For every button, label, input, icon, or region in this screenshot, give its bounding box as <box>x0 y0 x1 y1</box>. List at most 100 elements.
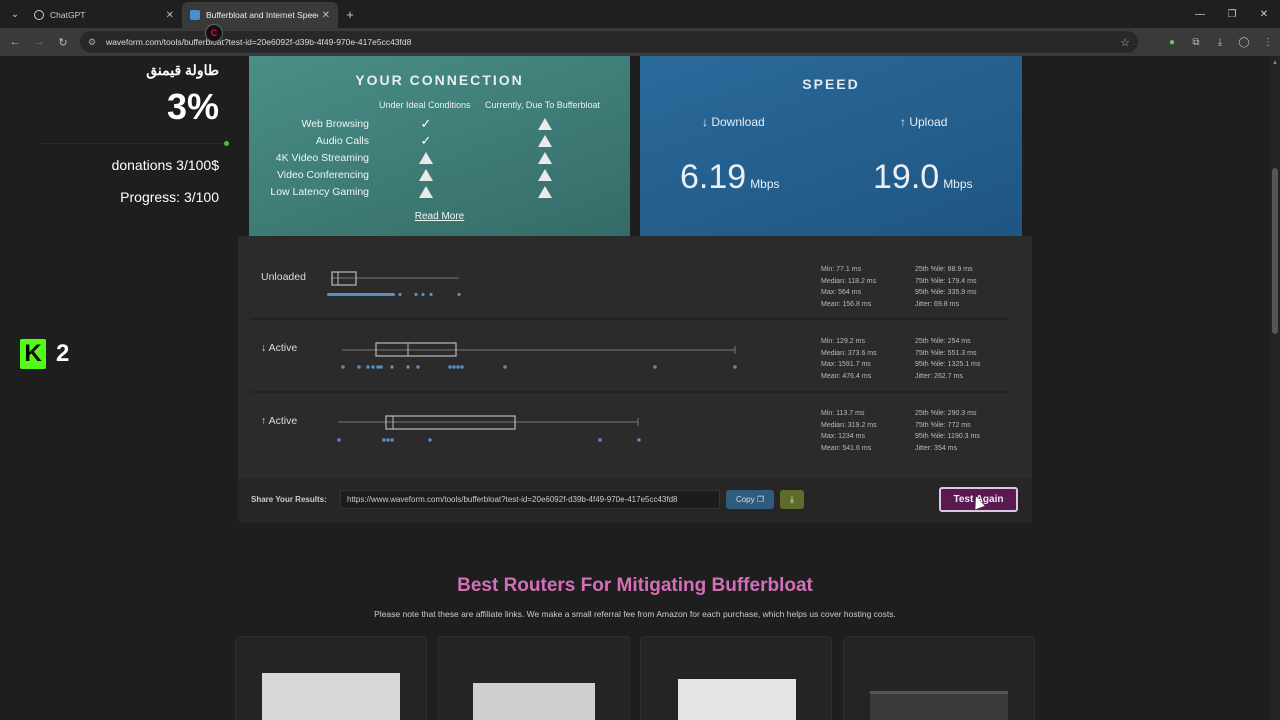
read-more-link[interactable]: Read More <box>249 211 630 222</box>
address-bar[interactable]: ⚙ waveform.com/tools/bufferbloat?test-id… <box>80 31 1138 53</box>
download-unit: Mbps <box>750 177 780 191</box>
share-label: Share Your Results: <box>251 495 327 504</box>
connection-title: YOUR CONNECTION <box>355 72 524 88</box>
warning-icon <box>537 150 553 166</box>
copy-button[interactable]: Copy ❐ <box>726 490 774 509</box>
up-active-stats-right: 25th %ile: 290.3 ms 75th %ile: 772 ms 95… <box>915 408 980 454</box>
navigation-bar: ← → ↻ ⚙ waveform.com/tools/bufferbloat?t… <box>0 28 1280 56</box>
activity-label: Audio Calls <box>315 135 369 147</box>
upload-label: ↑ Upload <box>900 115 948 129</box>
boxplot-up-active <box>337 415 641 442</box>
tab-search-button[interactable]: ⌄ <box>4 4 26 24</box>
router-image <box>870 691 1008 720</box>
routers-heading: Best Routers For Mitigating Bufferbloat <box>457 575 813 596</box>
overlay-donations: donations 3/100$ <box>111 157 219 173</box>
tab-bufferbloat[interactable]: Bufferbloat and Internet Speed ✕ <box>182 2 338 28</box>
scrollbar-thumb[interactable] <box>1272 168 1278 334</box>
download-icon[interactable]: ⤓ <box>1208 37 1232 48</box>
close-window-icon[interactable]: ✕ <box>1248 0 1280 28</box>
samples-up-active <box>337 438 641 442</box>
forward-icon[interactable]: → <box>27 36 51 48</box>
speed-card: SPEED ↓ Download ↑ Upload 6.19 Mbps 19.0 M… <box>640 56 1022 236</box>
column-current-header: Currently, Due To Bufferbloat <box>485 100 601 110</box>
stat-min: Min: 113.7 ms <box>821 410 865 417</box>
warning-icon <box>537 116 553 132</box>
window-controls: — ❐ ✕ <box>1184 0 1280 28</box>
stat-mean: Mean: 156.8 ms <box>821 300 872 308</box>
stat-jitter: Jitter: 262.7 ms <box>915 372 963 380</box>
overlay-progress-dot <box>224 141 229 146</box>
activity-label: Low Latency Gaming <box>270 186 369 198</box>
bookmark-star-icon[interactable]: ☆ <box>1120 36 1130 49</box>
stat-median: Median: 118.2 ms <box>821 277 877 285</box>
connection-row: 4K Video Streaming <box>249 150 630 167</box>
minimize-icon[interactable]: — <box>1184 0 1216 28</box>
warning-icon <box>537 184 553 200</box>
reload-icon[interactable]: ↻ <box>51 36 75 49</box>
restore-icon[interactable]: ❐ <box>1216 0 1248 28</box>
stat-median: Median: 373.6 ms <box>821 349 877 357</box>
warning-icon <box>537 167 553 183</box>
activity-label: Web Browsing <box>301 118 369 130</box>
back-icon[interactable]: ← <box>3 36 27 48</box>
router-image <box>678 679 796 720</box>
stat-p95: 95th %ile: 335.9 ms <box>915 289 977 296</box>
url-text: waveform.com/tools/bufferbloat?test-id=2… <box>106 37 412 47</box>
tab-bar: ⌄ ChatGPT ✕ Bufferbloat and Internet Spe… <box>0 0 1280 28</box>
up-active-stats-left: Min: 113.7 ms Median: 319.2 ms Max: 1234… <box>821 408 877 454</box>
boxplot-down-active <box>341 342 737 369</box>
download-results-button[interactable]: ⤓ <box>780 490 804 509</box>
router-image <box>473 683 595 720</box>
activity-label: 4K Video Streaming <box>275 152 369 164</box>
new-tab-button[interactable]: + <box>338 7 362 22</box>
connection-row: Video Conferencing <box>249 167 630 184</box>
stat-max: Max: 1591.7 ms <box>821 361 871 368</box>
down-active-stats-left: Min: 129.2 ms Median: 373.6 ms Max: 1591… <box>821 336 877 382</box>
stat-mean: Mean: 541.6 ms <box>821 444 872 452</box>
router-card[interactable] <box>438 636 630 720</box>
screen: { "browser": { "tabs": [ {"title": "Chat… <box>0 0 1280 720</box>
stat-mean: Mean: 476.4 ms <box>821 372 872 380</box>
extensions-icon[interactable]: ⧉ <box>1184 37 1208 48</box>
stat-p25: 25th %ile: 290.3 ms <box>915 410 977 417</box>
scroll-up-icon[interactable]: ▲ <box>1272 60 1278 66</box>
share-url-field[interactable]: https://www.waveform.com/tools/bufferblo… <box>340 490 720 509</box>
router-card[interactable] <box>843 636 1035 720</box>
down-active-stats-right: 25th %ile: 254 ms 75th %ile: 551.3 ms 95… <box>915 336 980 382</box>
connection-card: YOUR CONNECTION Under Ideal Conditions C… <box>249 56 630 236</box>
share-results-bar: Share Your Results: https://www.waveform… <box>238 478 1032 523</box>
speed-title: SPEED <box>802 76 860 92</box>
samples-unloaded <box>327 292 461 297</box>
page-content: طاولة قيمنق 3% donations 3/100$ Progress… <box>0 56 1270 720</box>
upload-unit: Mbps <box>943 177 973 191</box>
down-active-label: ↓ Active <box>261 342 298 354</box>
stat-jitter: Jitter: 354 ms <box>915 444 958 452</box>
warning-icon <box>418 150 434 166</box>
warning-icon <box>537 133 553 149</box>
copy-icon: ❐ <box>756 495 765 504</box>
tab-chatgpt[interactable]: ChatGPT ✕ <box>26 2 182 28</box>
stat-min: Min: 77.1 ms <box>821 266 862 273</box>
upload-number: 19.0 <box>873 158 940 196</box>
profile-icon[interactable]: ◯ <box>1232 37 1256 48</box>
check-icon: ✓ <box>420 133 432 148</box>
latency-boxplots <box>250 271 1008 442</box>
close-tab-icon[interactable]: ✕ <box>166 10 174 21</box>
menu-icon[interactable]: ⋮ <box>1256 37 1280 48</box>
copy-label: Copy <box>735 495 755 504</box>
router-card[interactable] <box>640 636 832 720</box>
stat-p95: 95th %ile: 1325.1 ms <box>915 361 981 368</box>
site-info-icon[interactable]: ⚙ <box>88 37 98 48</box>
close-tab-icon[interactable]: ✕ <box>322 10 330 21</box>
page-scrollbar[interactable]: ▲ <box>1270 56 1280 720</box>
stat-max: Max: 564 ms <box>821 289 862 296</box>
tab-title: ChatGPT <box>50 10 86 20</box>
up-active-label: ↑ Active <box>261 415 298 427</box>
extension-green-icon[interactable]: ● <box>1160 37 1184 48</box>
stat-p25: 25th %ile: 254 ms <box>915 338 971 345</box>
chatgpt-favicon-icon <box>34 10 44 20</box>
stat-p75: 75th %ile: 179.4 ms <box>915 277 977 285</box>
warning-icon <box>418 167 434 183</box>
router-card[interactable] <box>235 636 427 720</box>
boxplot-unloaded <box>327 271 461 297</box>
